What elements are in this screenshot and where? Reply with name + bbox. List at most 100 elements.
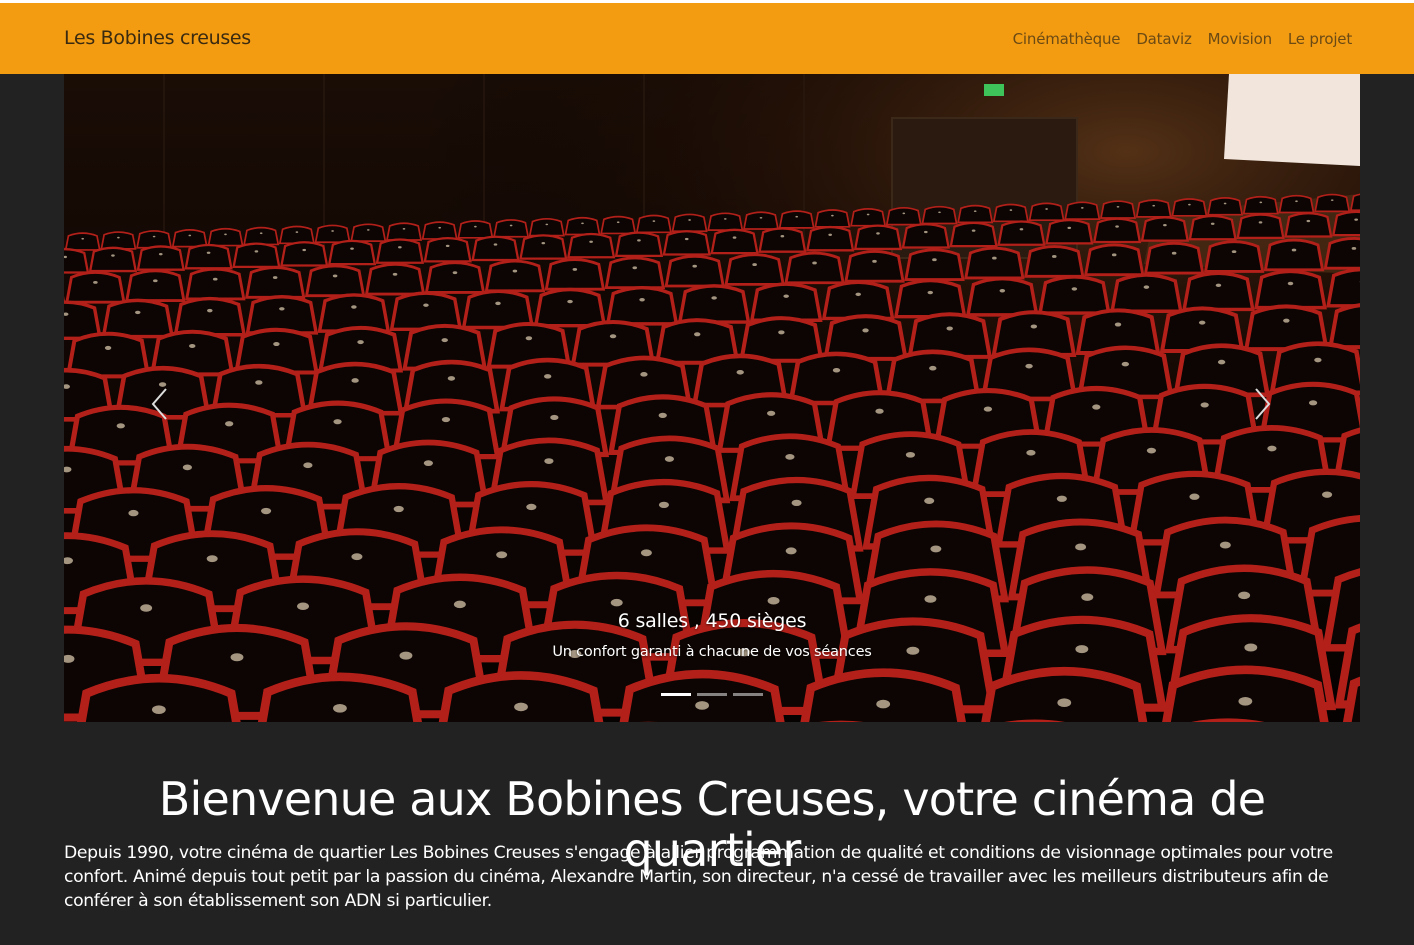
seat-number-plate bbox=[525, 336, 533, 341]
seat-number-plate bbox=[785, 454, 795, 460]
seat-number-plate bbox=[1121, 361, 1130, 367]
seat-number-plate bbox=[992, 256, 997, 260]
seat-back bbox=[981, 667, 1148, 722]
indicator-slide-3[interactable] bbox=[733, 693, 763, 696]
seat-number-plate bbox=[93, 280, 98, 284]
seat-number-plate bbox=[616, 221, 620, 224]
seat-number-plate bbox=[1215, 283, 1222, 288]
seat-number-plate bbox=[357, 340, 364, 345]
seat-back bbox=[662, 230, 711, 256]
seat-back bbox=[749, 282, 823, 322]
seat-number-plate bbox=[923, 230, 928, 234]
seat-back bbox=[885, 206, 922, 226]
seat-number-plate bbox=[1171, 251, 1177, 255]
seat-number-plate bbox=[495, 301, 501, 306]
seat-back bbox=[1254, 269, 1327, 310]
seat-back bbox=[207, 227, 244, 247]
seat-back bbox=[65, 271, 126, 304]
seat-number-plate bbox=[302, 248, 307, 252]
seat-back bbox=[232, 242, 281, 269]
seat-back bbox=[814, 209, 851, 228]
seat-back bbox=[314, 224, 351, 244]
seat-number-plate bbox=[1189, 493, 1200, 500]
seat-number-plate bbox=[999, 289, 1006, 293]
seat-back bbox=[566, 232, 616, 259]
seat-number-plate bbox=[104, 345, 112, 350]
seat-number-plate bbox=[351, 553, 363, 561]
seat-back bbox=[64, 232, 101, 251]
seat-number-plate bbox=[1057, 698, 1072, 708]
nav-link-dataviz[interactable]: Dataviz bbox=[1136, 30, 1192, 48]
seat-back bbox=[257, 672, 422, 722]
nav-link-le-projet[interactable]: Le projet bbox=[1288, 30, 1352, 48]
seat-number-plate bbox=[441, 416, 451, 423]
seat-back bbox=[1083, 243, 1145, 277]
seat-number-plate bbox=[1258, 221, 1263, 224]
seat-back bbox=[671, 213, 708, 233]
seat-number-plate bbox=[1283, 318, 1290, 323]
seat-number-plate bbox=[1114, 322, 1122, 327]
seat-back bbox=[992, 203, 1029, 223]
carousel-prev-button[interactable] bbox=[130, 374, 190, 434]
seat-number-plate bbox=[1210, 222, 1215, 225]
seat-number-plate bbox=[272, 276, 278, 279]
seat-number-plate bbox=[152, 235, 156, 238]
seat-back bbox=[317, 293, 391, 333]
seat-back bbox=[1064, 201, 1101, 220]
seat-back bbox=[88, 246, 138, 273]
seat-number-plate bbox=[1025, 363, 1033, 369]
nav-link-cinematheque[interactable]: Cinémathèque bbox=[1013, 30, 1121, 48]
brand-link[interactable]: Les Bobines creuses bbox=[64, 27, 251, 49]
seat-back bbox=[614, 231, 664, 257]
seat-number-plate bbox=[350, 247, 354, 250]
seat-number-plate bbox=[333, 419, 342, 425]
seat-number-plate bbox=[206, 251, 211, 254]
indicator-slide-2[interactable] bbox=[697, 693, 727, 696]
nav-link-movision[interactable]: Movision bbox=[1208, 30, 1272, 48]
seat-number-plate bbox=[1314, 357, 1322, 363]
seat-back bbox=[784, 251, 845, 285]
seat-number-plate bbox=[224, 233, 227, 236]
seat-back bbox=[738, 316, 824, 363]
seat-number-plate bbox=[1200, 402, 1209, 408]
seat-back bbox=[1140, 216, 1190, 242]
seat-number-plate bbox=[1081, 593, 1094, 601]
seat-number-plate bbox=[116, 423, 125, 429]
seat-number-plate bbox=[688, 219, 691, 221]
seat-number-plate bbox=[581, 222, 584, 225]
seat-back bbox=[1326, 268, 1360, 308]
seat-back bbox=[528, 217, 565, 237]
seat-back bbox=[1171, 198, 1208, 217]
seat-back bbox=[664, 254, 725, 288]
seat-number-plate bbox=[855, 292, 861, 297]
seat-number-plate bbox=[1238, 696, 1253, 706]
seat-number-plate bbox=[1330, 199, 1334, 202]
seat-back bbox=[964, 246, 1025, 280]
carousel-next-button[interactable] bbox=[1232, 374, 1292, 434]
indicator-slide-1[interactable] bbox=[661, 693, 691, 696]
seat-back bbox=[533, 287, 607, 328]
seat-back bbox=[1314, 193, 1351, 213]
seat-number-plate bbox=[929, 365, 937, 371]
seat-number-plate bbox=[832, 367, 841, 373]
seat-number-plate bbox=[946, 326, 953, 331]
seat-number-plate bbox=[1223, 202, 1227, 205]
seat-back bbox=[893, 278, 967, 319]
seat-number-plate bbox=[333, 703, 347, 713]
seat-number-plate bbox=[1295, 200, 1298, 203]
chevron-left-icon bbox=[151, 388, 167, 420]
seat-number-plate bbox=[452, 271, 458, 275]
seat-number-plate bbox=[117, 236, 120, 239]
carousel-indicators bbox=[64, 693, 1360, 696]
seat-number-plate bbox=[695, 701, 710, 710]
seat-number-plate bbox=[295, 231, 299, 233]
seat-back bbox=[806, 225, 855, 252]
seat-number-plate bbox=[128, 509, 139, 517]
seat-number-plate bbox=[639, 298, 645, 302]
exit-sign bbox=[984, 84, 1004, 96]
seat-number-plate bbox=[876, 699, 891, 709]
intro-paragraph: Depuis 1990, votre cinéma de quartier Le… bbox=[64, 843, 1333, 911]
seat-number-plate bbox=[398, 246, 402, 249]
seat-number-plate bbox=[767, 410, 776, 416]
seat-number-plate bbox=[658, 501, 670, 509]
